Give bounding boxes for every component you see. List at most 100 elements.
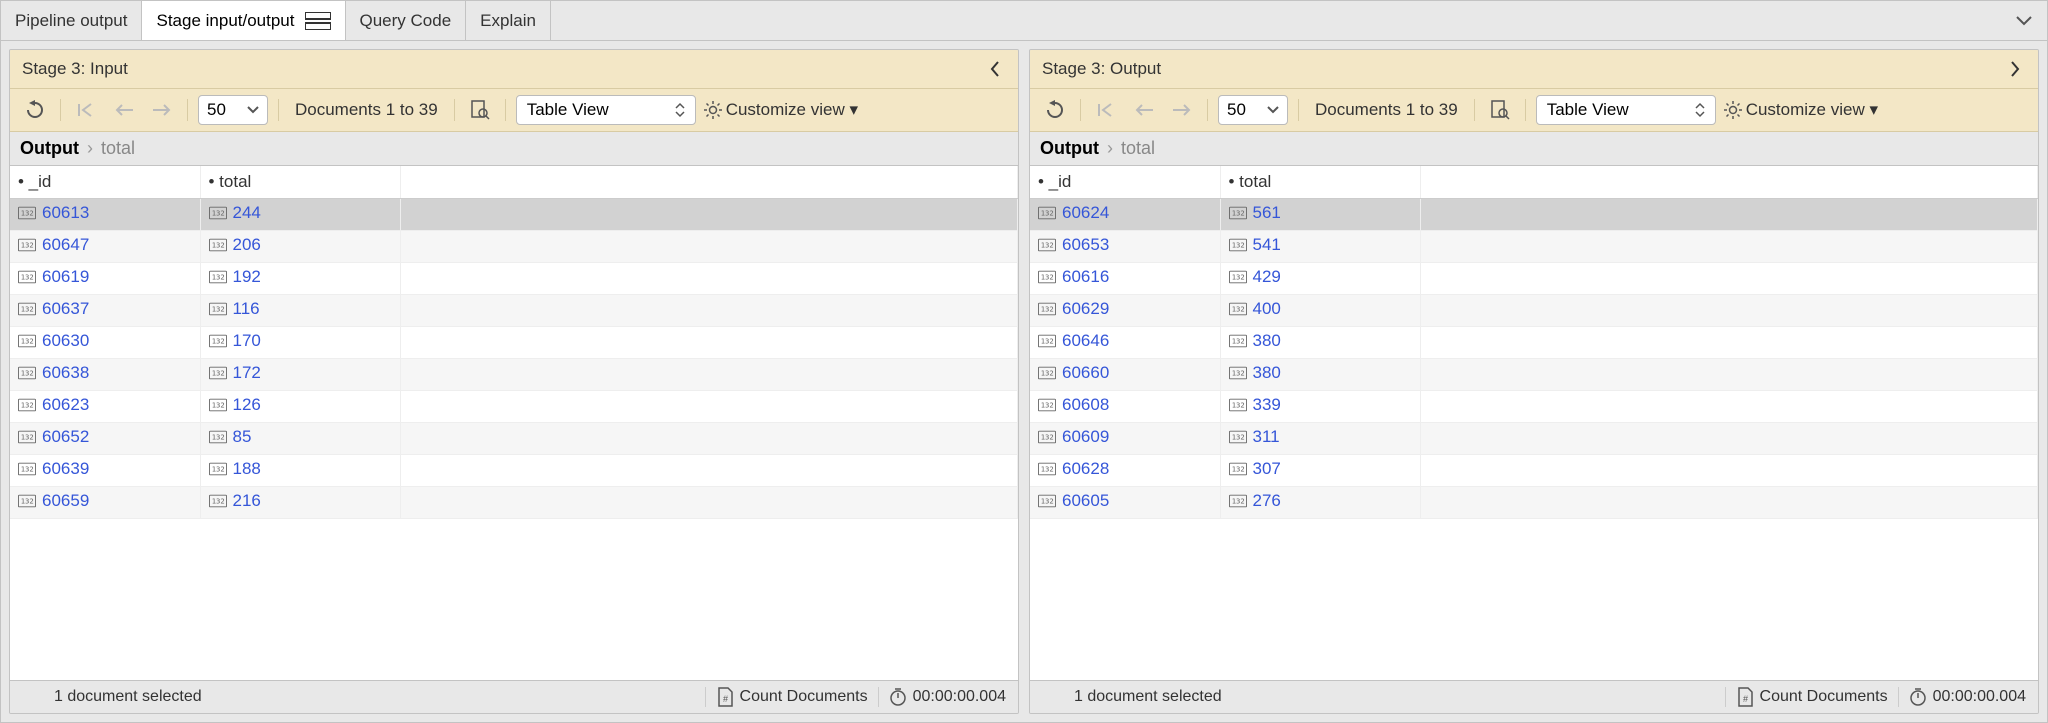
table-output-wrap[interactable]: • _id • total 13260624132561132606531325…	[1030, 166, 2038, 680]
table-row[interactable]: 13260619132192	[10, 262, 1018, 294]
cell-total[interactable]: 132400	[1220, 294, 1420, 326]
table-row[interactable]: 13260653132541	[1030, 230, 2038, 262]
table-row[interactable]: 13260639132188	[10, 454, 1018, 486]
cell-total[interactable]: 132192	[200, 262, 400, 294]
table-row[interactable]: 13260624132561	[1030, 198, 2038, 230]
cell-id[interactable]: 13260660	[1030, 358, 1220, 390]
cell-id[interactable]: 13260652	[10, 422, 200, 454]
find-button[interactable]	[1485, 95, 1515, 125]
customize-view-button[interactable]: Customize view ▾	[704, 100, 858, 120]
cell-id[interactable]: 13260647	[10, 230, 200, 262]
table-row[interactable]: 13260616132429	[1030, 262, 2038, 294]
cell-id[interactable]: 13260646	[1030, 326, 1220, 358]
cell-id[interactable]: 13260637	[10, 294, 200, 326]
cell-id[interactable]: 13260629	[1030, 294, 1220, 326]
cell-id[interactable]: 13260605	[1030, 486, 1220, 518]
count-documents-button[interactable]: # Count Documents	[1736, 687, 1888, 707]
breadcrumb-leaf[interactable]: total	[101, 138, 135, 159]
cell-id[interactable]: 13260616	[1030, 262, 1220, 294]
cell-id-value: 60613	[42, 203, 89, 223]
cell-total[interactable]: 13285	[200, 422, 400, 454]
cell-total[interactable]: 132380	[1220, 358, 1420, 390]
cell-id[interactable]: 13260628	[1030, 454, 1220, 486]
table-row[interactable]: 13260613132244	[10, 198, 1018, 230]
view-mode-select[interactable]: Table View	[516, 95, 696, 125]
column-id[interactable]: • _id	[10, 166, 200, 198]
cell-total[interactable]: 132170	[200, 326, 400, 358]
cell-id[interactable]: 13260639	[10, 454, 200, 486]
breadcrumb-leaf[interactable]: total	[1121, 138, 1155, 159]
column-id[interactable]: • _id	[1030, 166, 1220, 198]
table-row[interactable]: 13260646132380	[1030, 326, 2038, 358]
page-size-select[interactable]: 50	[198, 95, 268, 125]
view-mode-select[interactable]: Table View	[1536, 95, 1716, 125]
cell-id[interactable]: 13260653	[1030, 230, 1220, 262]
breadcrumb-root[interactable]: Output	[20, 138, 79, 159]
panel-input-collapse-button[interactable]	[984, 58, 1006, 80]
table-row[interactable]: 13260608132339	[1030, 390, 2038, 422]
table-row[interactable]: 13260629132400	[1030, 294, 2038, 326]
table-row[interactable]: 13260638132172	[10, 358, 1018, 390]
cell-id[interactable]: 13260659	[10, 486, 200, 518]
cell-total[interactable]: 132307	[1220, 454, 1420, 486]
tab-explain[interactable]: Explain	[466, 1, 551, 40]
table-row[interactable]: 13260609132311	[1030, 422, 2038, 454]
cell-id[interactable]: 13260613	[10, 198, 200, 230]
table-input-wrap[interactable]: • _id • total 13260613132244132606471322…	[10, 166, 1018, 680]
cell-id[interactable]: 13260609	[1030, 422, 1220, 454]
table-row[interactable]: 13260659132216	[10, 486, 1018, 518]
cell-id[interactable]: 13260619	[10, 262, 200, 294]
customize-view-button[interactable]: Customize view ▾	[1724, 100, 1878, 120]
cell-total-value: 307	[1253, 459, 1281, 479]
tab-pipeline-output[interactable]: Pipeline output	[1, 1, 142, 40]
cell-total[interactable]: 132380	[1220, 326, 1420, 358]
cell-id[interactable]: 13260624	[1030, 198, 1220, 230]
table-row[interactable]: 13260623132126	[10, 390, 1018, 422]
cell-total[interactable]: 132206	[200, 230, 400, 262]
cell-total[interactable]: 132126	[200, 390, 400, 422]
breadcrumb-root[interactable]: Output	[1040, 138, 1099, 159]
cell-total[interactable]: 132244	[200, 198, 400, 230]
nav-next-button[interactable]	[1167, 95, 1197, 125]
cell-total[interactable]: 132541	[1220, 230, 1420, 262]
nav-prev-button[interactable]	[109, 95, 139, 125]
table-row[interactable]: 13260605132276	[1030, 486, 2038, 518]
refresh-button[interactable]	[1040, 95, 1070, 125]
table-row[interactable]: 13260647132206	[10, 230, 1018, 262]
panel-output-collapse-button[interactable]	[2004, 58, 2026, 80]
cell-total[interactable]: 132339	[1220, 390, 1420, 422]
tab-query-code[interactable]: Query Code	[346, 1, 467, 40]
nav-prev-button[interactable]	[1129, 95, 1159, 125]
table-row[interactable]: 13260628132307	[1030, 454, 2038, 486]
cell-total[interactable]: 132116	[200, 294, 400, 326]
cell-id[interactable]: 13260608	[1030, 390, 1220, 422]
cell-id[interactable]: 13260623	[10, 390, 200, 422]
cell-total[interactable]: 132311	[1220, 422, 1420, 454]
cell-id[interactable]: 13260630	[10, 326, 200, 358]
cell-total[interactable]: 132276	[1220, 486, 1420, 518]
nav-first-button[interactable]	[1091, 95, 1121, 125]
svg-text:132: 132	[21, 241, 34, 250]
nav-next-button[interactable]	[147, 95, 177, 125]
cell-total[interactable]: 132188	[200, 454, 400, 486]
refresh-button[interactable]	[20, 95, 50, 125]
nav-first-button[interactable]	[71, 95, 101, 125]
count-documents-button[interactable]: # Count Documents	[716, 687, 868, 707]
cell-total[interactable]: 132561	[1220, 198, 1420, 230]
cell-total[interactable]: 132429	[1220, 262, 1420, 294]
cell-total[interactable]: 132172	[200, 358, 400, 390]
find-button[interactable]	[465, 95, 495, 125]
column-total[interactable]: • total	[1220, 166, 1420, 198]
table-row[interactable]: 13260637132116	[10, 294, 1018, 326]
table-row[interactable]: 13260660132380	[1030, 358, 2038, 390]
page-size-select[interactable]: 50	[1218, 95, 1288, 125]
column-total[interactable]: • total	[200, 166, 400, 198]
table-row[interactable]: 1326065213285	[10, 422, 1018, 454]
tabs-collapse-button[interactable]	[2001, 1, 2047, 40]
tab-stage-io[interactable]: Stage input/output	[142, 1, 345, 40]
stage-io-icon	[305, 12, 331, 30]
table-row[interactable]: 13260630132170	[10, 326, 1018, 358]
cell-id[interactable]: 13260638	[10, 358, 200, 390]
document-count-icon: #	[1736, 687, 1754, 707]
cell-total[interactable]: 132216	[200, 486, 400, 518]
